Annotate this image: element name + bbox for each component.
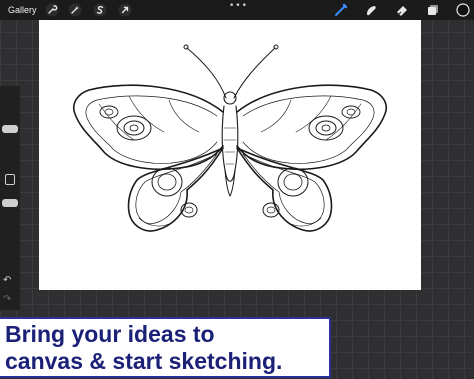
brush-size-slider[interactable] <box>2 125 18 133</box>
layers-icon[interactable] <box>425 2 441 18</box>
caption-banner: Bring your ideas to canvas & start sketc… <box>0 317 331 378</box>
color-swatch[interactable] <box>455 2 471 18</box>
wrench-icon[interactable] <box>44 2 60 18</box>
butterfly-sketch <box>73 44 387 232</box>
caption-line-2: canvas & start sketching. <box>5 348 283 374</box>
smudge-icon[interactable] <box>363 2 379 18</box>
opacity-slider[interactable] <box>2 199 18 207</box>
eraser-icon[interactable] <box>394 2 410 18</box>
undo-icon[interactable]: ↶ <box>3 275 11 286</box>
top-toolbar: Gallery ••• <box>0 0 474 20</box>
modify-button[interactable] <box>5 174 15 185</box>
caption-line-1: Bring your ideas to <box>5 321 215 347</box>
gallery-button[interactable]: Gallery <box>8 5 37 15</box>
more-menu[interactable]: ••• <box>229 1 248 11</box>
selection-icon[interactable] <box>92 2 108 18</box>
drawing-canvas[interactable] <box>39 20 421 290</box>
redo-icon[interactable]: ↷ <box>3 294 11 305</box>
magic-wand-icon[interactable] <box>67 2 83 18</box>
brush-icon[interactable] <box>333 2 349 18</box>
left-sidebar: ↶ ↷ <box>0 86 20 310</box>
transform-arrow-icon[interactable] <box>117 2 133 18</box>
